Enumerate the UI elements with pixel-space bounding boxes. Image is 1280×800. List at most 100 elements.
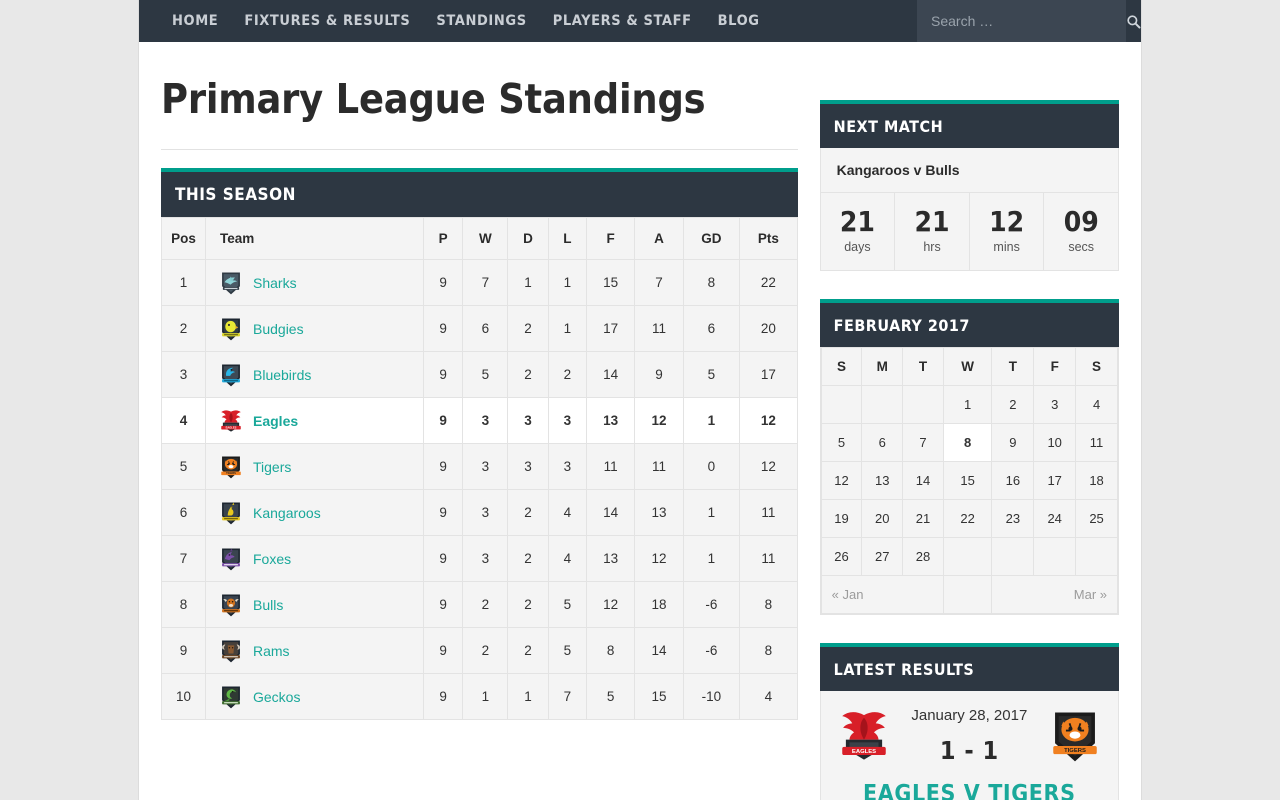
- search-icon: [1127, 14, 1141, 28]
- calendar-day[interactable]: 17: [1033, 461, 1077, 501]
- team-link[interactable]: Geckos: [253, 689, 300, 705]
- calendar-day[interactable]: 20: [861, 499, 904, 539]
- team-cell: Tigers: [218, 454, 415, 480]
- team-link[interactable]: Sharks: [253, 275, 297, 291]
- team-link[interactable]: Rams: [253, 643, 290, 659]
- team-cell: Bluebirds: [218, 362, 415, 388]
- team-link[interactable]: Budgies: [253, 321, 304, 337]
- calendar-day[interactable]: 15: [942, 461, 993, 501]
- cell-for: 15: [585, 259, 636, 307]
- column-header-d: D: [507, 217, 549, 261]
- calendar-day[interactable]: 9: [991, 423, 1035, 463]
- calendar-day[interactable]: 1: [942, 385, 993, 425]
- calendar-day[interactable]: 28: [902, 537, 944, 577]
- calendar-day[interactable]: 3: [1033, 385, 1077, 425]
- team-cell: Budgies: [218, 316, 415, 342]
- column-header-gd: GD: [682, 217, 741, 261]
- cell-played: 9: [422, 397, 464, 445]
- calendar-day[interactable]: 11: [1075, 423, 1118, 463]
- calendar-day[interactable]: 2: [991, 385, 1035, 425]
- nav-item-players-staff[interactable]: Players & Staff: [540, 0, 705, 42]
- main-column: Primary League Standings This Season Pos…: [139, 42, 820, 800]
- nav-item-home[interactable]: Home: [159, 0, 231, 42]
- calendar-day[interactable]: 24: [1033, 499, 1077, 539]
- calendar-day[interactable]: 13: [861, 461, 904, 501]
- calendar-day[interactable]: 4: [1075, 385, 1118, 425]
- team-link[interactable]: Kangaroos: [253, 505, 321, 521]
- calendar-next-month-link[interactable]: Mar »: [1074, 587, 1107, 602]
- result-row: January 28, 2017 1 - 1: [835, 707, 1104, 765]
- calendar-day[interactable]: 18: [1075, 461, 1118, 501]
- calendar-day-today[interactable]: 8: [942, 423, 993, 463]
- sidebar: Next Match Kangaroos v Bulls 21 days 21 …: [819, 42, 1141, 800]
- tigers-crest-icon: [1046, 707, 1104, 765]
- cell-goal-difference: 5: [682, 351, 741, 399]
- cell-lost: 2: [547, 351, 587, 399]
- countdown-mins-label: mins: [993, 240, 1020, 255]
- table-row: 6 Kangaroos 9 3 2 4 14 13 1 11: [161, 489, 798, 537]
- site-wrapper: Home Fixtures & Results Standings Player…: [138, 0, 1142, 800]
- cell-played: 9: [422, 259, 464, 307]
- cell-position: 4: [161, 397, 206, 445]
- calendar-prev-month-link[interactable]: « Jan: [832, 587, 864, 602]
- calendar-body: 1 2 3 4 5 6 7 8 9 10 11 12 13 14 15 16 17 18 19 20 21 22 23 24 2…: [820, 385, 1118, 577]
- cell-team: Geckos: [205, 673, 424, 721]
- calendar-day[interactable]: 5: [820, 423, 863, 463]
- calendar-day[interactable]: 26: [820, 537, 863, 577]
- nav-item-fixtures-results[interactable]: Fixtures & Results: [231, 0, 423, 42]
- team-link[interactable]: Bluebirds: [253, 367, 311, 383]
- budgies-crest-icon: [218, 316, 244, 342]
- cell-team: Kangaroos: [205, 489, 424, 537]
- calendar-dayname: S: [1075, 347, 1118, 387]
- search-input[interactable]: [917, 0, 1126, 42]
- cell-team: Sharks: [205, 259, 424, 307]
- calendar-day[interactable]: 16: [991, 461, 1035, 501]
- cell-position: 2: [161, 305, 206, 353]
- team-link[interactable]: Eagles: [253, 413, 298, 429]
- tigers-crest-icon: [218, 454, 244, 480]
- column-header-team: Team: [205, 217, 424, 261]
- calendar-day[interactable]: 25: [1075, 499, 1118, 539]
- team-link[interactable]: Bulls: [253, 597, 283, 613]
- calendar-day[interactable]: 14: [902, 461, 944, 501]
- calendar-next-month-cell[interactable]: Mar »: [991, 575, 1118, 615]
- cell-drawn: 2: [507, 581, 549, 629]
- calendar-empty-cell: [820, 385, 863, 425]
- calendar-day[interactable]: 22: [942, 499, 993, 539]
- calendar-dayname: T: [991, 347, 1035, 387]
- cell-won: 3: [462, 397, 509, 445]
- calendar-widget: February 2017 SMTWTFS 1 2 3 4 5 6 7 8 9 10 11 12 13 1…: [819, 299, 1119, 616]
- team-link[interactable]: Foxes: [253, 551, 291, 567]
- cell-team: Foxes: [205, 535, 424, 583]
- cell-goal-difference: 1: [682, 397, 741, 445]
- calendar-day[interactable]: 6: [861, 423, 904, 463]
- calendar-prev-month-cell[interactable]: « Jan: [820, 575, 944, 615]
- team-cell: Sharks: [218, 270, 415, 296]
- cell-team: Bluebirds: [205, 351, 424, 399]
- search-submit-button[interactable]: [1126, 0, 1141, 42]
- nav-item-blog[interactable]: Blog: [705, 0, 773, 42]
- column-header-f: F: [585, 217, 636, 261]
- team-link[interactable]: Tigers: [253, 459, 291, 475]
- calendar-day[interactable]: 21: [902, 499, 944, 539]
- table-row: 3 Bluebirds 9 5 2 2 14 9 5 17: [161, 351, 798, 399]
- cell-lost: 1: [547, 305, 587, 353]
- cell-against: 11: [634, 443, 684, 491]
- cell-team: Budgies: [205, 305, 424, 353]
- cell-against: 18: [634, 581, 684, 629]
- calendar-day[interactable]: 12: [820, 461, 863, 501]
- calendar-day[interactable]: 10: [1033, 423, 1077, 463]
- team-cell: Kangaroos: [218, 500, 415, 526]
- cell-played: 9: [422, 673, 464, 721]
- calendar-day[interactable]: 19: [820, 499, 863, 539]
- cell-drawn: 2: [507, 305, 549, 353]
- standings-table: Pos Team P W D L F A GD Pts 1 Sharks 9 7…: [161, 217, 798, 721]
- cell-against: 9: [634, 351, 684, 399]
- calendar-day[interactable]: 7: [902, 423, 944, 463]
- calendar-empty-cell: [942, 537, 993, 577]
- column-header-w: W: [462, 217, 509, 261]
- calendar-day[interactable]: 23: [991, 499, 1035, 539]
- result-fixture-link[interactable]: Eagles v Tigers: [835, 781, 1104, 800]
- nav-item-standings[interactable]: Standings: [423, 0, 539, 42]
- calendar-day[interactable]: 27: [861, 537, 904, 577]
